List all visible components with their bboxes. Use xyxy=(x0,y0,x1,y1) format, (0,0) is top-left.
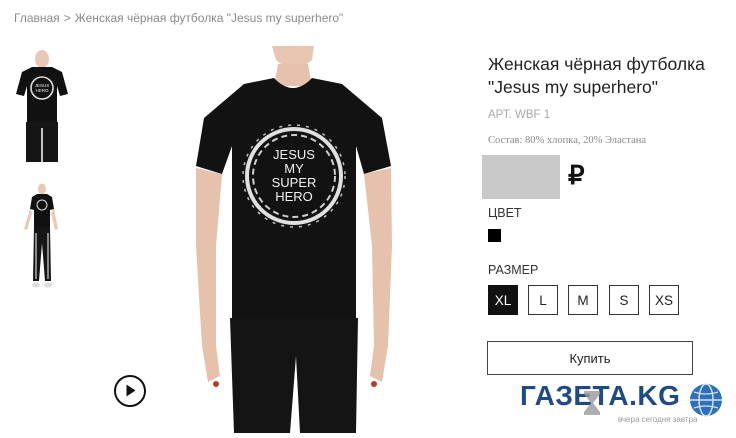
thumbnail-model-full-body[interactable] xyxy=(10,183,74,295)
size-option-xl[interactable]: XL xyxy=(488,285,518,315)
play-icon xyxy=(126,384,136,397)
svg-text:HERO: HERO xyxy=(35,88,49,93)
breadcrumb-current: Женская чёрная футболка "Jesus my superh… xyxy=(74,11,344,25)
play-video-button[interactable] xyxy=(114,375,146,407)
watermark-tagline: вчера сегодня завтра xyxy=(618,415,698,424)
hourglass-icon xyxy=(584,391,600,415)
product-title: Женская чёрная футболка "Jesus my superh… xyxy=(488,54,705,97)
size-option-l[interactable]: L xyxy=(528,285,558,315)
breadcrumb-separator: > xyxy=(63,11,71,25)
print-word-1: JESUS xyxy=(273,147,315,162)
thumbnail-tshirt-front[interactable]: JESUS HERO xyxy=(10,50,74,162)
print-word-3: SUPER xyxy=(272,175,317,190)
size-label: РАЗМЕР xyxy=(488,263,539,277)
size-option-s[interactable]: S xyxy=(609,285,639,315)
watermark-logo: ГАЗЕТА.KG вчера сегодня завтра xyxy=(518,380,736,433)
globe-icon xyxy=(690,383,722,417)
product-article: АРТ. WBF 1 xyxy=(488,109,551,121)
price-placeholder xyxy=(482,155,560,199)
size-option-m[interactable]: M xyxy=(568,285,598,315)
product-composition: Состав: 80% хлопка, 20% Эластана xyxy=(488,135,647,146)
color-label: ЦВЕТ xyxy=(488,206,522,220)
ruble-icon: ₽ xyxy=(568,160,585,190)
color-swatch-black[interactable] xyxy=(488,229,501,242)
breadcrumb: Главная > Женская чёрная футболка "Jesus m… xyxy=(14,11,343,25)
main-product-photo[interactable]: JESUS MY SUPER HERO xyxy=(186,46,418,433)
print-word-2: MY xyxy=(284,161,304,176)
size-option-xs[interactable]: XS xyxy=(649,285,679,315)
breadcrumb-home-link[interactable]: Главная xyxy=(14,11,60,25)
buy-button[interactable]: Купить xyxy=(487,341,693,375)
print-word-4: HERO xyxy=(275,189,313,204)
